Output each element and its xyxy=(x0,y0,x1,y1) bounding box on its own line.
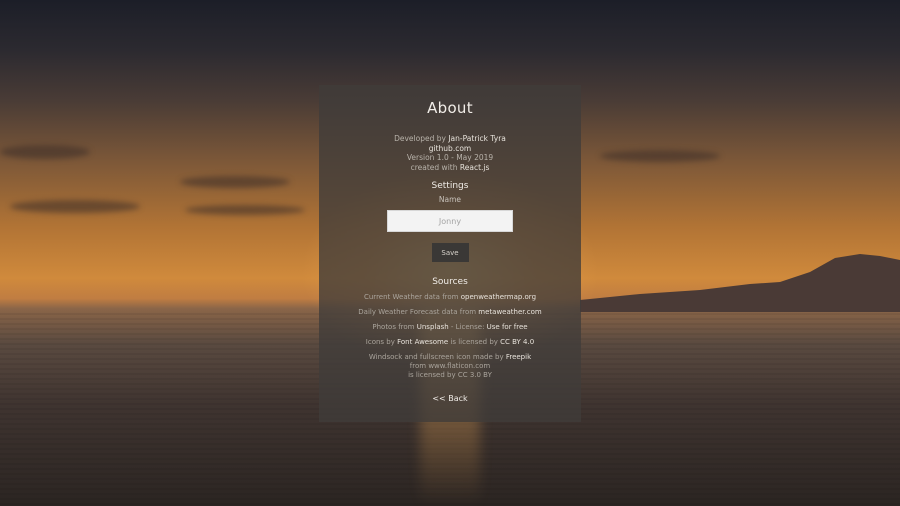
cloud xyxy=(600,150,720,162)
source-windsock: Windsock and fullscreen icon made by Fre… xyxy=(319,353,581,380)
cloud xyxy=(185,205,305,215)
developer-link[interactable]: Jan-Patrick Tyra xyxy=(448,134,506,143)
windsock-line-3: is licensed by CC 3.0 BY xyxy=(319,371,581,380)
developed-by-label: Developed by xyxy=(394,134,449,143)
source-label: - License: xyxy=(448,323,487,331)
name-label: Name xyxy=(438,195,462,204)
windsock-line-2: from www.flaticon.com xyxy=(319,362,581,371)
flaticon-link[interactable]: www.flaticon.com xyxy=(428,362,490,370)
source-current-weather: Current Weather data from openweathermap… xyxy=(319,293,581,302)
source-label: Icons by xyxy=(365,338,398,346)
openweathermap-link[interactable]: openweathermap.org xyxy=(461,293,536,301)
source-label: Daily Weather Forecast data from xyxy=(358,308,479,316)
cc-by-4-link[interactable]: CC BY 4.0 xyxy=(500,338,534,346)
about-info: Developed by Jan-Patrick Tyra github.com… xyxy=(319,134,581,172)
mountain-silhouette xyxy=(580,254,900,312)
developer-line: Developed by Jan-Patrick Tyra xyxy=(319,134,581,144)
source-label: is licensed by xyxy=(408,371,458,379)
name-input[interactable] xyxy=(387,210,513,232)
source-label: is licensed by xyxy=(448,338,501,346)
cloud xyxy=(10,200,140,213)
version-text: Version 1.0 - May 2019 xyxy=(406,153,494,162)
cloud xyxy=(180,176,290,188)
cc-3-by-link[interactable]: CC 3.0 BY xyxy=(458,371,492,379)
settings-title: Settings xyxy=(431,181,469,191)
unsplash-license-link[interactable]: Use for free xyxy=(487,323,528,331)
source-icons: Icons by Font Awesome is licensed by CC … xyxy=(319,338,581,347)
metaweather-link[interactable]: metaweather.com xyxy=(478,308,541,316)
cloud xyxy=(0,145,90,159)
save-button[interactable]: Save xyxy=(431,243,469,262)
source-photos: Photos from Unsplash - License: Use for … xyxy=(319,323,581,332)
sources-title: Sources xyxy=(432,277,468,287)
windsock-line-1: Windsock and fullscreen icon made by Fre… xyxy=(319,353,581,362)
unsplash-link[interactable]: Unsplash xyxy=(417,323,449,331)
github-link[interactable]: github.com xyxy=(319,144,581,154)
source-label: Photos from xyxy=(372,323,417,331)
source-label: from xyxy=(409,362,429,370)
source-label: Current Weather data from xyxy=(363,293,461,301)
font-awesome-link[interactable]: Font Awesome xyxy=(397,338,448,346)
react-link[interactable]: React.js xyxy=(460,163,490,172)
freepik-link[interactable]: Freepik xyxy=(506,353,531,361)
page-title: About xyxy=(427,99,473,117)
created-with-line: created with React.js xyxy=(319,163,581,173)
source-forecast: Daily Weather Forecast data from metawea… xyxy=(319,308,581,317)
created-with-label: created with xyxy=(410,162,460,172)
source-label: Windsock and fullscreen icon made by xyxy=(368,353,506,361)
back-link[interactable]: << Back xyxy=(432,394,467,403)
about-panel: About Developed by Jan-Patrick Tyra gith… xyxy=(319,85,581,422)
